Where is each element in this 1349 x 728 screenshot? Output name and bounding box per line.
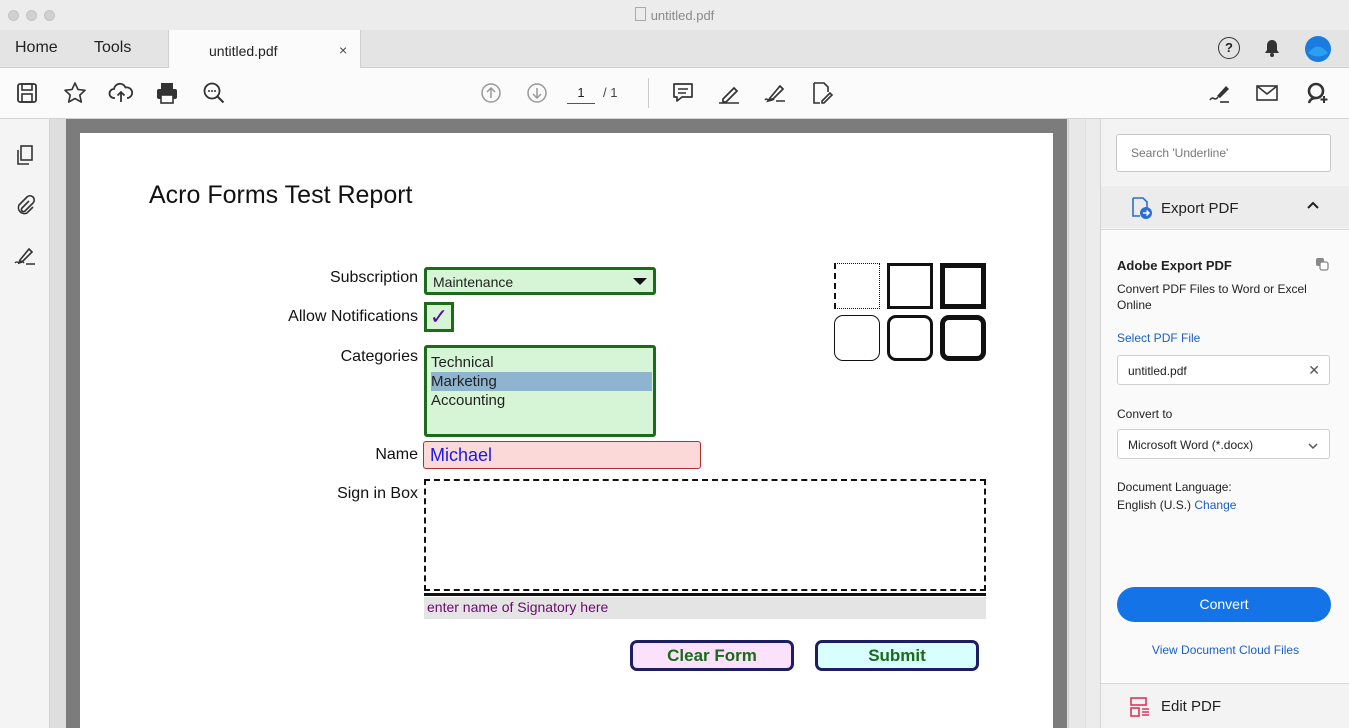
email-icon[interactable] bbox=[1254, 80, 1280, 106]
convert-button[interactable]: Convert bbox=[1117, 587, 1331, 622]
toolbar-divider bbox=[648, 78, 649, 108]
convert-format-dropdown[interactable]: Microsoft Word (*.docx) bbox=[1117, 429, 1330, 459]
page-total: / 1 bbox=[603, 85, 618, 100]
page-frame: Acro Forms Test Report Subscription Main… bbox=[66, 119, 1067, 728]
listbox-option-accounting[interactable]: Accounting bbox=[431, 391, 652, 410]
subscription-label: Subscription bbox=[329, 269, 418, 286]
page-up-icon[interactable] bbox=[478, 80, 504, 106]
tab-tools[interactable]: Tools bbox=[94, 39, 131, 57]
comment-icon[interactable] bbox=[670, 80, 696, 106]
chevron-down-icon bbox=[1307, 439, 1319, 457]
doc-language-row: English (U.S.) Change bbox=[1117, 498, 1236, 512]
window-title-bar: untitled.pdf bbox=[0, 0, 1349, 31]
avatar[interactable] bbox=[1305, 36, 1331, 62]
notifications-label: Allow Notifications bbox=[288, 308, 418, 325]
export-pdf-header[interactable]: Export PDF bbox=[1101, 186, 1349, 228]
dropdown-arrow-icon bbox=[633, 278, 647, 285]
signatory-hint: enter name of Signatory here bbox=[427, 599, 609, 615]
clear-file-icon[interactable]: ✕ bbox=[1308, 362, 1320, 379]
listbox-option-marketing[interactable]: Marketing bbox=[431, 372, 652, 391]
doc-language-value: English (U.S.) bbox=[1117, 498, 1192, 512]
edit-pdf-label: Edit PDF bbox=[1161, 698, 1222, 715]
highlight-pen-icon[interactable] bbox=[716, 80, 742, 106]
checkbox-sample-rounded-medium[interactable] bbox=[887, 315, 933, 361]
export-pdf-icon bbox=[1129, 196, 1153, 220]
name-field[interactable]: Michael bbox=[423, 441, 701, 469]
share-sign-icon[interactable] bbox=[1206, 80, 1232, 106]
subscription-dropdown[interactable]: Maintenance bbox=[424, 267, 656, 295]
selected-file-field[interactable]: untitled.pdf ✕ bbox=[1117, 355, 1330, 385]
chevron-up-icon[interactable] bbox=[1306, 198, 1320, 216]
search-placeholder: Search 'Underline' bbox=[1131, 146, 1229, 160]
tab-close-button[interactable]: × bbox=[339, 42, 347, 58]
signature-box[interactable] bbox=[424, 479, 986, 591]
name-value: Michael bbox=[430, 445, 493, 465]
clear-form-button[interactable]: Clear Form bbox=[630, 640, 794, 671]
edit-pdf-tool[interactable]: Edit PDF bbox=[1101, 684, 1349, 728]
doc-language-label: Document Language: bbox=[1117, 480, 1232, 494]
signature-line bbox=[424, 593, 986, 596]
categories-listbox[interactable]: Technical Marketing Accounting bbox=[424, 345, 656, 437]
submit-button[interactable]: Submit bbox=[815, 640, 979, 671]
signature-icon[interactable] bbox=[13, 243, 37, 267]
zoom-icon[interactable] bbox=[201, 80, 227, 106]
sign-icon[interactable] bbox=[762, 80, 788, 106]
search-input[interactable]: Search 'Underline' bbox=[1116, 134, 1331, 172]
tab-document-label: untitled.pdf bbox=[209, 43, 278, 59]
subscription-value: Maintenance bbox=[433, 274, 514, 290]
listbox-option-technical[interactable]: Technical bbox=[431, 353, 652, 372]
notifications-checkbox[interactable]: ✓ bbox=[424, 302, 454, 332]
edit-pdf-icon bbox=[1129, 696, 1151, 718]
cloud-upload-icon[interactable] bbox=[108, 80, 134, 106]
export-pdf-title: Export PDF bbox=[1161, 200, 1239, 217]
export-description: Convert PDF Files to Word or Excel Onlin… bbox=[1117, 282, 1307, 312]
document-title: Acro Forms Test Report bbox=[149, 181, 413, 209]
tab-bar: Home Tools untitled.pdf × ? bbox=[0, 30, 1349, 68]
checkbox-sample-rounded-thin[interactable] bbox=[834, 315, 880, 361]
sign-label: Sign in Box bbox=[337, 485, 418, 502]
page-number-input[interactable]: 1 bbox=[567, 83, 595, 104]
change-language-link[interactable]: Change bbox=[1194, 498, 1236, 512]
save-icon[interactable] bbox=[14, 80, 40, 106]
window-title: untitled.pdf bbox=[0, 7, 1349, 23]
checkbox-sample-rounded-thick[interactable] bbox=[940, 315, 986, 361]
categories-label: Categories bbox=[340, 348, 418, 365]
help-icon[interactable]: ? bbox=[1218, 37, 1240, 59]
bell-icon[interactable] bbox=[1262, 38, 1282, 58]
print-icon[interactable] bbox=[154, 80, 180, 106]
attachment-icon[interactable] bbox=[13, 193, 37, 217]
copy-icon[interactable] bbox=[1314, 256, 1330, 272]
bookmark-star-icon[interactable] bbox=[62, 80, 88, 106]
convert-to-label: Convert to bbox=[1117, 407, 1173, 421]
add-user-icon[interactable] bbox=[1305, 80, 1331, 106]
checkbox-sample-dotted[interactable] bbox=[834, 263, 880, 309]
checkbox-sample-thick[interactable] bbox=[940, 263, 986, 309]
pdf-file-icon bbox=[634, 7, 646, 21]
page-thumbnails-icon[interactable] bbox=[13, 143, 37, 167]
pdf-page: Acro Forms Test Report Subscription Main… bbox=[80, 133, 1053, 728]
select-pdf-file-link[interactable]: Select PDF File bbox=[1117, 331, 1200, 345]
convert-format-value: Microsoft Word (*.docx) bbox=[1128, 438, 1254, 452]
tab-document[interactable]: untitled.pdf × bbox=[168, 30, 361, 68]
fill-sign-document-icon[interactable] bbox=[808, 80, 834, 106]
adobe-export-title: Adobe Export PDF bbox=[1117, 258, 1232, 273]
view-cloud-files-link[interactable]: View Document Cloud Files bbox=[1101, 643, 1349, 657]
checkbox-sample-medium[interactable] bbox=[887, 263, 933, 309]
page-down-icon[interactable] bbox=[524, 80, 550, 106]
name-label: Name bbox=[375, 446, 418, 463]
tab-home[interactable]: Home bbox=[15, 39, 58, 57]
export-pdf-body: Adobe Export PDF Convert PDF Files to Wo… bbox=[1101, 229, 1349, 684]
left-rail bbox=[0, 119, 50, 728]
toolbar: 1 / 1 bbox=[0, 68, 1349, 119]
document-canvas: Acro Forms Test Report Subscription Main… bbox=[50, 119, 1086, 728]
signatory-name-field[interactable]: enter name of Signatory here bbox=[424, 597, 986, 619]
vertical-scrollbar[interactable] bbox=[1068, 119, 1085, 728]
window-title-text: untitled.pdf bbox=[650, 8, 715, 23]
right-tools-panel: Search 'Underline' Export PDF Adobe Expo… bbox=[1100, 119, 1349, 728]
selected-file-name: untitled.pdf bbox=[1128, 364, 1187, 378]
